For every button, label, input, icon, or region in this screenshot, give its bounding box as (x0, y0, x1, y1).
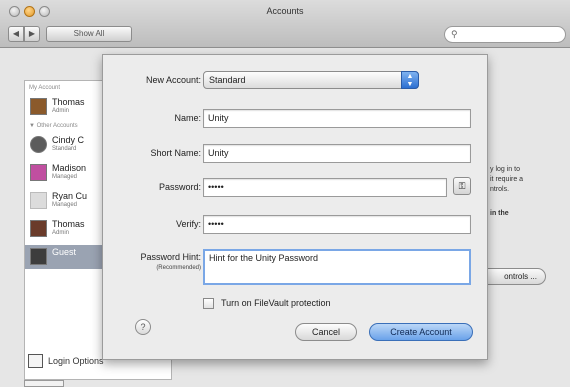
account-type: Managed (52, 202, 78, 208)
search-icon: ⚲ (451, 29, 458, 39)
my-account-header: My Account (29, 85, 61, 91)
account-type-value: Standard (209, 75, 246, 85)
back-button[interactable]: ◀ (8, 26, 24, 42)
avatar (30, 192, 47, 209)
filevault-label[interactable]: Turn on FileVault protection (221, 298, 331, 308)
account-name: Thomas (52, 219, 85, 229)
password-label: Password: (158, 182, 201, 192)
window-titlebar: Accounts ◀ ▶ Show All ⚲ (0, 0, 570, 48)
key-icon: ⚿ (458, 181, 466, 191)
popup-arrows-icon: ▲ ▼ (401, 71, 419, 89)
info-text: it require a (490, 176, 524, 183)
account-type-popup[interactable]: Standard ▲ ▼ (203, 71, 419, 89)
password-hint-field[interactable]: Hint for the Unity Password (203, 249, 471, 285)
create-account-button[interactable]: Create Account (369, 323, 473, 341)
avatar (30, 220, 47, 237)
show-all-button[interactable]: Show All (46, 26, 132, 42)
avatar (30, 248, 47, 265)
new-account-sheet: New Account: Standard ▲ ▼ Name: Unity Sho… (102, 54, 488, 360)
verify-label: Verify: (175, 219, 201, 229)
info-text: ntrols. (490, 186, 510, 193)
help-button[interactable]: ? (135, 319, 151, 335)
filevault-checkbox[interactable] (203, 298, 214, 309)
add-remove-button[interactable] (24, 380, 64, 387)
name-label: Name: (174, 113, 201, 123)
account-type: Managed (52, 174, 78, 180)
cancel-button[interactable]: Cancel (295, 323, 357, 341)
short-name-label: Short Name: (150, 148, 201, 158)
account-type: Admin (52, 230, 70, 236)
password-hint-sublabel: (Recommended) (156, 265, 201, 271)
house-icon (28, 354, 43, 368)
account-name: Cindy C (52, 135, 85, 145)
account-type: Standard (52, 146, 77, 152)
info-text: in the (490, 210, 509, 217)
other-accounts-header[interactable]: ▼ Other Accounts (29, 123, 78, 129)
search-field[interactable]: ⚲ (444, 26, 566, 43)
login-options-label: Login Options (48, 356, 104, 366)
password-hint-label: Password Hint: (140, 252, 201, 262)
info-text: y log in to (490, 166, 520, 173)
new-account-label: New Account: (145, 75, 201, 85)
account-type: Admin (52, 108, 70, 114)
account-name: Thomas (52, 97, 85, 107)
avatar (30, 98, 47, 115)
open-parental-controls-button[interactable]: ontrols ... (478, 268, 546, 285)
verify-field[interactable]: ••••• (203, 215, 471, 234)
name-field[interactable]: Unity (203, 109, 471, 128)
forward-button[interactable]: ▶ (24, 26, 40, 42)
password-assistant-button[interactable]: ⚿ (453, 177, 471, 195)
password-field[interactable]: ••••• (203, 178, 447, 197)
avatar (30, 164, 47, 181)
window-title: Accounts (266, 6, 304, 16)
short-name-field[interactable]: Unity (203, 144, 471, 163)
account-name: Guest (52, 247, 77, 257)
account-name: Ryan Cu (52, 191, 88, 201)
account-name: Madison (52, 163, 87, 173)
avatar (30, 136, 47, 153)
